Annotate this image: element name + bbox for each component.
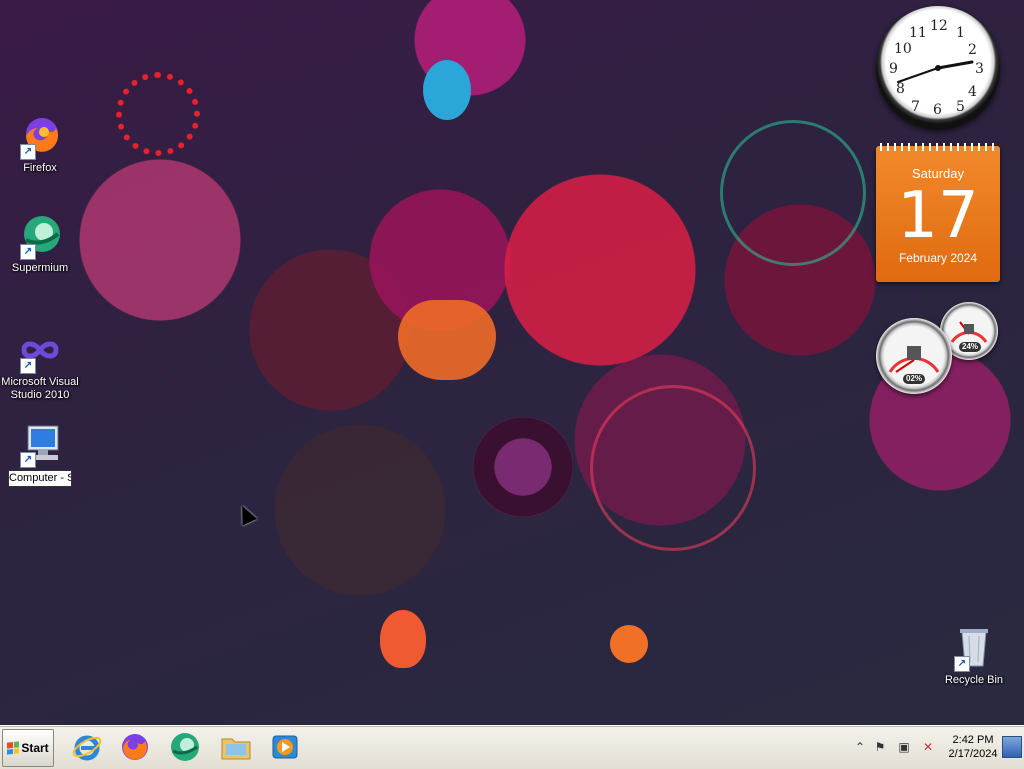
clock-gadget[interactable]: 12 1 2 3 4 5 6 7 8 9 10 11: [876, 6, 1000, 130]
wallpaper-spiral: [720, 120, 866, 266]
calendar-gadget[interactable]: Saturday 17 February 2024: [876, 143, 1000, 282]
wallpaper-emblem: [423, 60, 471, 120]
memory-readout: 24%: [959, 342, 982, 352]
folder-icon: [221, 738, 251, 760]
action-center-flag-icon[interactable]: ⚑: [872, 739, 888, 755]
show-hidden-icons-icon[interactable]: ⌃: [852, 739, 868, 755]
desktop-icon-computer[interactable]: ↗: [0, 420, 80, 487]
desktop[interactable]: ↗ Firefox ↗ Supermium ↗ Microsoft Visual…: [0, 0, 1024, 725]
start-button[interactable]: Start: [2, 729, 54, 767]
shortcut-arrow-icon: ↗: [20, 452, 36, 468]
shortcut-arrow-icon: ↗: [20, 358, 36, 374]
supermium-icon: [171, 733, 199, 761]
wallpaper-sun: [116, 72, 200, 156]
desktop-icon-visual-studio[interactable]: ↗ Microsoft Visual Studio 2010: [0, 326, 80, 402]
desktop-icon-label: Firefox: [23, 162, 57, 174]
taskbar-supermium[interactable]: [168, 730, 202, 764]
taskbar-date: 2/17/2024: [948, 748, 998, 760]
desktop-icon-firefox[interactable]: ↗ Firefox: [0, 112, 80, 175]
shortcut-arrow-icon: ↗: [954, 656, 970, 672]
desktop-icon-label: Microsoft Visual Studio 2010: [1, 376, 79, 401]
desktop-icon-label: Supermium: [11, 262, 69, 274]
calendar-day-number: 17: [897, 179, 979, 253]
calendar-month-year: February 2024: [898, 251, 978, 265]
mouse-cursor-icon: [234, 502, 258, 526]
taskbar-clock[interactable]: 2:42 PM 2/17/2024: [942, 733, 1004, 761]
computer-icon: ↗: [16, 420, 64, 468]
taskbar: Start ⌃ ⚑ ▣ ✕ 2:42 PM 2/17/2024: [0, 725, 1024, 769]
taskbar-time: 2:42 PM: [952, 734, 994, 746]
start-label: Start: [21, 741, 49, 755]
wallpaper-spiral: [590, 385, 756, 551]
recycle-bin-icon: ↗: [950, 624, 998, 672]
taskbar-media-player[interactable]: [268, 730, 302, 764]
supermium-icon: ↗: [16, 212, 64, 260]
visual-studio-icon: ↗: [16, 326, 64, 374]
shortcut-arrow-icon: ↗: [20, 244, 36, 260]
volume-muted-icon[interactable]: ✕: [920, 739, 936, 755]
clock-hands: [897, 60, 974, 83]
taskbar-file-explorer[interactable]: [219, 730, 253, 764]
media-player-icon: [272, 735, 298, 759]
wallpaper-ball: [610, 625, 648, 663]
windows-logo-icon: [7, 741, 20, 755]
desktop-icon-label: Recycle Bin: [944, 674, 1004, 686]
show-desktop-button[interactable]: [1002, 736, 1022, 758]
cpu-gauge[interactable]: 02%: [876, 318, 952, 394]
desktop-icon-supermium[interactable]: ↗ Supermium: [0, 212, 80, 275]
internet-explorer-icon: [72, 735, 102, 761]
calendar-rings: [880, 143, 996, 151]
system-tray: ⌃ ⚑ ▣ ✕ 2:42 PM 2/17/2024: [850, 726, 1024, 769]
network-icon[interactable]: ▣: [896, 739, 912, 755]
rename-field[interactable]: [8, 470, 72, 487]
firefox-icon: ↗: [16, 112, 64, 160]
wallpaper-vase: [380, 610, 426, 668]
cpu-readout: 02%: [903, 374, 926, 384]
taskbar-firefox[interactable]: [118, 730, 152, 764]
desktop-icon-recycle-bin[interactable]: ↗ Recycle Bin: [934, 624, 1014, 687]
firefox-icon: [122, 734, 148, 760]
wallpaper-orb: [473, 417, 573, 517]
taskbar-internet-explorer[interactable]: [70, 730, 104, 764]
wallpaper-heart: [398, 300, 496, 380]
shortcut-arrow-icon: ↗: [20, 144, 36, 160]
